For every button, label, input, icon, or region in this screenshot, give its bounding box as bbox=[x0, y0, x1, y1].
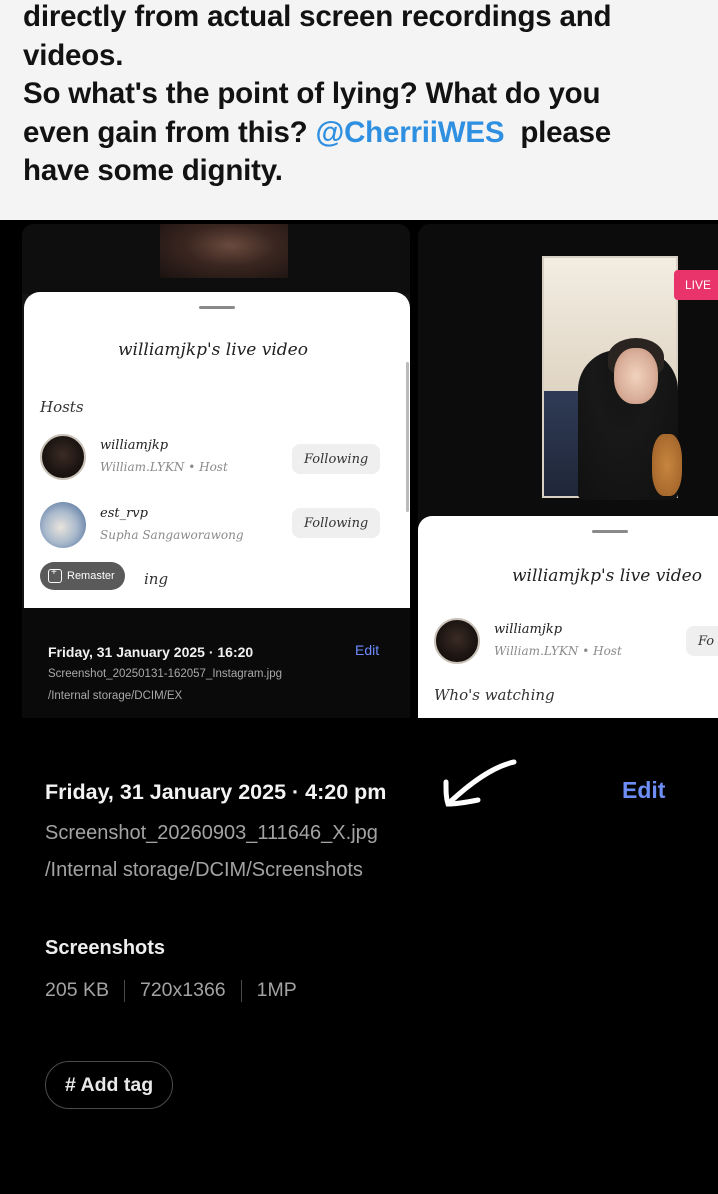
image-details-panel: Friday, 31 January 2025 · 4:20 pm Edit S… bbox=[0, 718, 718, 1194]
host-avatar bbox=[434, 618, 480, 664]
sheet-handle bbox=[592, 530, 628, 533]
divider bbox=[123, 979, 125, 1002]
left-info-filename: Screenshot_20250131-162057_Instagram.jpg bbox=[48, 668, 283, 680]
sheet-title: williamjkp's live video bbox=[512, 566, 702, 586]
image-filename: Screenshot_20260903_111646_X.jpg bbox=[45, 822, 378, 844]
live-badge: LIVE bbox=[674, 270, 718, 300]
host-fullname: Supha Sangaworawong bbox=[100, 528, 244, 542]
hand-drawn-arrow-icon bbox=[443, 759, 517, 807]
host-fullname: William.LYKN • Host bbox=[100, 460, 228, 474]
following-button[interactable]: Following bbox=[292, 444, 381, 474]
tweet-text-segment: even gain from this? bbox=[23, 115, 308, 149]
host-avatar bbox=[40, 434, 86, 480]
left-info-path: /Internal storage/DCIM/EX bbox=[48, 690, 183, 702]
image-megapixels: 1MP bbox=[256, 979, 297, 1001]
image-date: Friday, 31 January 2025 · 4:20 pm bbox=[45, 780, 387, 804]
scrollbar bbox=[406, 362, 409, 512]
tweet-text: directly from actual screen recordings a… bbox=[23, 0, 693, 191]
live-video-frame bbox=[542, 256, 682, 500]
sheet-handle bbox=[199, 306, 235, 309]
following-button-partial[interactable]: Fo bbox=[686, 626, 718, 656]
tweet-line: videos. bbox=[23, 38, 124, 72]
tweet-spacer bbox=[0, 200, 718, 220]
tweet-text-segment: please bbox=[520, 115, 612, 149]
sheet-title: williamjkp's live video bbox=[118, 340, 308, 360]
mention-link[interactable]: @CherriiWES bbox=[316, 116, 505, 149]
remaster-label: Remaster bbox=[67, 570, 115, 582]
host-username: williamjkp bbox=[494, 622, 563, 637]
add-tag-button[interactable]: # Add tag bbox=[45, 1061, 174, 1109]
streamer-face bbox=[614, 348, 658, 404]
left-screenshot-image[interactable]: williamjkp's live video Hosts williamjkp… bbox=[22, 224, 410, 718]
section-label-partial: ing bbox=[144, 570, 169, 588]
left-info-date: Friday, 31 January 2025 · 16:20 bbox=[48, 644, 254, 660]
right-live-video-sheet: williamjkp's live video williamjkp Willi… bbox=[418, 516, 718, 718]
host-username: williamjkp bbox=[100, 438, 169, 453]
tweet-line-with-mention: even gain from this? @CherriiWES please bbox=[23, 114, 693, 153]
host-avatar bbox=[40, 502, 86, 548]
album-name: Screenshots bbox=[45, 937, 166, 959]
following-button[interactable]: Following bbox=[292, 508, 381, 538]
tweet-line: directly from actual screen recordings a… bbox=[23, 0, 612, 33]
right-screenshot-image[interactable]: LIVE williamjkp's live video williamjkp … bbox=[418, 224, 718, 718]
remaster-icon bbox=[48, 567, 62, 583]
hosts-label: Hosts bbox=[40, 398, 84, 416]
guitar bbox=[652, 434, 682, 496]
left-info-panel: Friday, 31 January 2025 · 16:20 Edit Scr… bbox=[22, 608, 410, 718]
tweet-body: directly from actual screen recordings a… bbox=[0, 0, 718, 220]
host-fullname: William.LYKN • Host bbox=[494, 644, 622, 658]
image-metadata: 205 KB 720x1366 1MP bbox=[45, 979, 297, 1002]
remaster-button[interactable]: Remaster bbox=[40, 562, 125, 590]
tweet-line: So what's the point of lying? What do yo… bbox=[23, 77, 601, 110]
image-resolution: 720x1366 bbox=[139, 979, 226, 1001]
image-path: /Internal storage/DCIM/Screenshots bbox=[45, 859, 363, 881]
file-size: 205 KB bbox=[45, 979, 109, 1001]
live-video-thumbnail bbox=[160, 224, 288, 278]
host-username: est_rvp bbox=[100, 506, 148, 521]
tweet-line: have some dignity. bbox=[23, 154, 283, 187]
edit-link[interactable]: Edit bbox=[622, 777, 665, 804]
whos-watching-label: Who's watching bbox=[434, 686, 555, 704]
left-edit-link[interactable]: Edit bbox=[355, 642, 379, 658]
divider bbox=[240, 979, 242, 1002]
